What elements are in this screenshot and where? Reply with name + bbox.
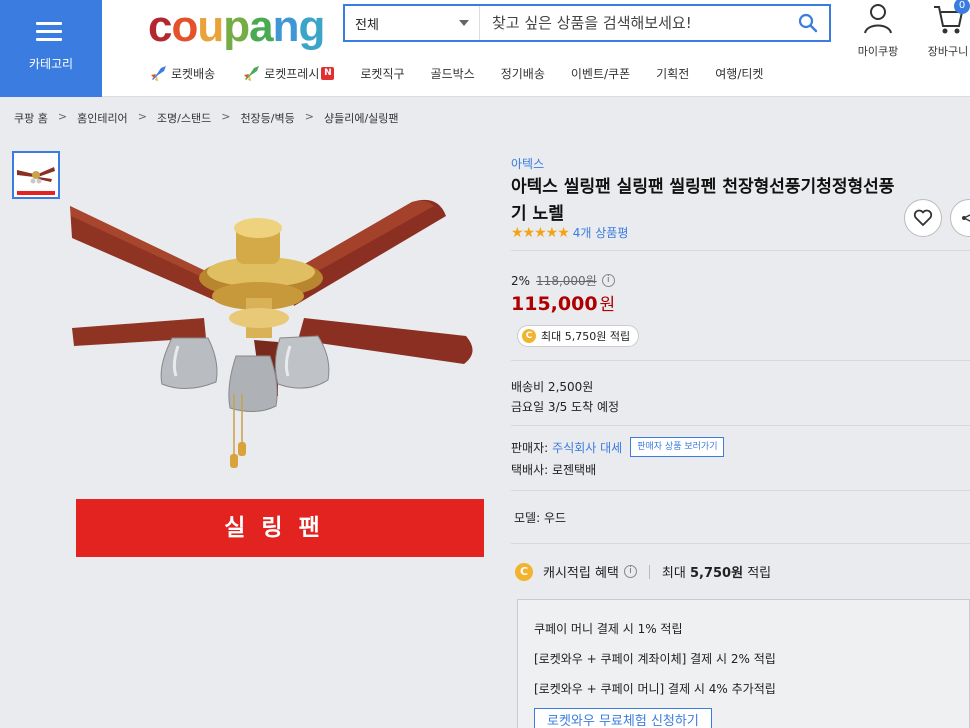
nav-item-rocket-fresh[interactable]: 로켓프레시 N (241, 64, 335, 82)
review-count-link[interactable]: 4개 상품평 (573, 224, 629, 241)
coupang-logo[interactable]: coupang (148, 2, 326, 52)
logo-letter: a (249, 2, 274, 51)
breadcrumb-separator: > (57, 110, 68, 123)
coin-icon: C (522, 329, 536, 343)
breadcrumb-item[interactable]: 쿠팡 홈 (14, 110, 48, 126)
breadcrumb-separator: > (304, 110, 314, 123)
cash-reward-summary: C 캐시적립 혜택 i 최대 5,750원 적립 (515, 562, 771, 581)
benefit-line: [로켓와우 + 쿠페이 계좌이체] 결제 시 2% 적립 (534, 652, 776, 666)
share-button[interactable] (950, 199, 970, 237)
divider (511, 543, 970, 544)
product-thumbnail[interactable] (12, 151, 60, 199)
divider (511, 490, 970, 491)
divider (648, 564, 650, 579)
benefit-line: 쿠페이 머니 결제 시 1% 적립 (534, 622, 683, 636)
benefit-line: [로켓와우 + 쿠페이 머니] 결제 시 4% 추가적립 (534, 682, 776, 696)
nav-item-rocket-delivery[interactable]: 로켓배송 (148, 64, 215, 82)
discount-row: 2% 118,000원 i (511, 272, 615, 289)
divider (511, 360, 970, 361)
breadcrumb-separator: > (221, 110, 231, 123)
cash-reward-max-suffix: 적립 (747, 566, 772, 581)
logo-letter: u (197, 2, 224, 51)
nav-item-label: 로켓배송 (171, 66, 216, 81)
rocket-wow-trial-button[interactable]: 로켓와우 무료체험 신청하기 (534, 708, 712, 728)
brand-link[interactable]: 아텍스 (511, 155, 544, 172)
seller-products-button[interactable]: 판매자 상품 보러가기 (630, 437, 725, 457)
sale-price: 115,000 원 (511, 290, 615, 315)
ceiling-fan-product-image (70, 199, 473, 468)
breadcrumb-item[interactable]: 샹들리에/실링팬 (324, 110, 399, 126)
rating: ★★★★★ 4개 상품평 (511, 224, 628, 241)
reward-badge: C 최대 5,750원 적립 (517, 325, 640, 347)
divider (511, 425, 970, 426)
courier: 택배사: 로젠택배 (511, 463, 597, 477)
model-option: 모델: 우드 (514, 511, 567, 525)
ceiling-fan-thumbnail-image (14, 153, 58, 197)
info-icon[interactable]: i (601, 274, 615, 287)
logo-letter: o (171, 2, 198, 51)
star-rating: ★★★★★ (511, 224, 570, 241)
product-image-banner: 실링팬 (76, 499, 484, 557)
logo-letter: c (148, 2, 173, 51)
arrival-estimate: 금요일 3/5 도착 예정 (511, 400, 620, 414)
logo-letter: n (272, 2, 300, 51)
seller-row: 판매자: 주식회사 대세 판매자 상품 보러가기 (511, 437, 725, 457)
nav-item-label: 로켓직구 (360, 66, 405, 81)
rocket-fresh-icon (244, 66, 260, 81)
wishlist-button[interactable] (904, 199, 942, 237)
original-price: 118,000원 (536, 274, 597, 288)
discount-rate: 2% (511, 273, 531, 288)
cash-reward-max-prefix: 최대 (661, 566, 686, 581)
product-title: 아텍스 씰링팬 실링팬 씰링펜 천장형선풍기청정형선풍기 노렐 (511, 177, 895, 224)
cash-reward-details: 쿠페이 머니 결제 시 1% 적립 [로켓와우 + 쿠페이 계좌이체] 결제 시… (517, 599, 970, 728)
nav-item-goldbox[interactable]: 골드박스 (431, 64, 475, 82)
cash-reward-label: 캐시적립 혜택 (543, 566, 619, 581)
category-menu-button[interactable]: 카테고리 (0, 0, 102, 97)
reward-text: 최대 5,750원 적립 (541, 330, 631, 343)
search-category-select[interactable]: 전체 (345, 6, 480, 40)
breadcrumb-item[interactable]: 홈인테리어 (77, 110, 128, 126)
breadcrumb-item[interactable]: 조명/스탠드 (157, 110, 211, 126)
share-icon (962, 214, 970, 222)
coin-icon: C (515, 562, 533, 581)
nav-item-label: 골드박스 (430, 66, 475, 81)
nav-item-rocket-direct[interactable]: 로켓직구 (360, 64, 404, 82)
category-label: 카테고리 (28, 57, 74, 71)
info-icon[interactable]: i (623, 565, 637, 578)
breadcrumb: 쿠팡 홈 > 홈인테리어 > 조명/스탠드 > 천장등/벽등 > 샹들리에/실링팬 (14, 110, 399, 126)
rocket-icon (151, 66, 166, 81)
cash-reward-max-amount: 5,750원 (689, 566, 744, 581)
seller-label: 판매자: (511, 440, 549, 455)
seller-name-link[interactable]: 주식회사 대세 (552, 439, 622, 456)
new-badge: N (321, 66, 335, 80)
logo-letter: g (298, 2, 326, 51)
divider (511, 250, 970, 251)
breadcrumb-separator: > (137, 110, 147, 123)
product-info: 아텍스 아텍스 씰링팬 실링팬 씰링펜 천장형선풍기청정형선풍기 노렐 ★★★★… (511, 0, 970, 728)
currency-unit: 원 (599, 295, 616, 315)
nav-item-label: 로켓프레시 (264, 66, 320, 81)
chevron-down-icon (459, 20, 469, 26)
breadcrumb-item[interactable]: 천장등/벽등 (240, 110, 294, 126)
logo-letter: p (223, 2, 250, 51)
hamburger-icon (36, 22, 62, 46)
heart-icon (913, 209, 933, 226)
sale-price-value: 115,000 (511, 293, 598, 315)
shipping-fee: 배송비 2,500원 (511, 380, 594, 394)
search-category-value: 전체 (355, 17, 379, 33)
